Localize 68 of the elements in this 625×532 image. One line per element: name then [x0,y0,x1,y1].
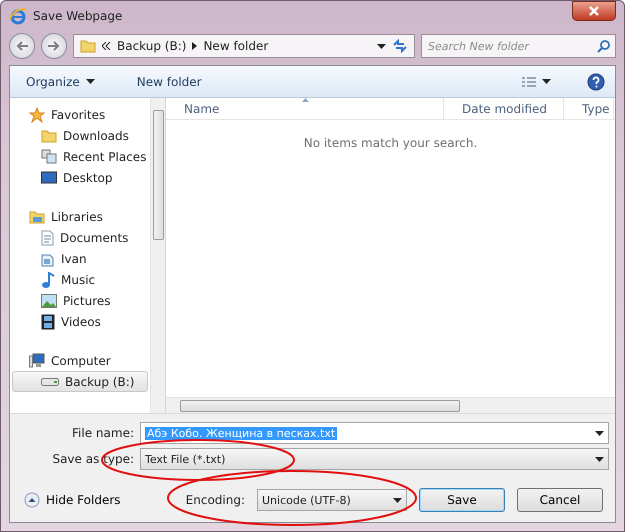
star-icon [29,106,45,122]
field-label: Encoding: [186,493,245,507]
film-icon [41,314,55,330]
sidebar-group[interactable]: Libraries [12,206,148,227]
libraries-folder-icon [29,210,45,224]
field-label: Save as type: [51,452,134,466]
music-note-icon [41,272,55,288]
sidebar-item[interactable]: Music [12,269,148,290]
organize-button[interactable]: Organize [20,72,101,90]
caret-icon [542,79,551,84]
recent-places-icon [41,148,57,164]
sidebar-group[interactable]: Favorites [12,104,148,125]
sidebar-item[interactable]: Pictures [12,290,148,311]
search-field[interactable]: Search New folder [421,34,616,58]
sidebar-item[interactable]: Backup (B:) [12,371,148,392]
desktop-icon [41,170,57,184]
sidebar-group[interactable]: Computer [12,350,148,371]
dialog-button[interactable]: Save [419,488,505,512]
caret-icon [86,79,95,84]
empty-message: No items match your search. [304,136,478,150]
refresh-icon[interactable] [392,39,408,53]
dialog-button[interactable]: Cancel [517,488,603,512]
download-folder-icon [41,128,57,142]
breadcrumb-item[interactable]: New folder [203,39,268,53]
sidebar-item[interactable]: Recent Places [12,146,148,167]
drive-icon [41,376,59,386]
column-header[interactable]: Date modified [444,98,564,119]
field-label: File name: [71,426,134,440]
computer-icon [29,352,45,368]
close-button[interactable] [572,1,616,21]
sort-arrow-icon [302,98,308,102]
collapse-up-icon [24,492,40,508]
folder-icon [80,39,96,53]
breadcrumb-item[interactable]: Backup (B:) [117,39,186,53]
sidebar-item[interactable]: Videos [12,311,148,332]
sidebar-item[interactable]: Downloads [12,125,148,146]
sidebar-item[interactable]: Documents [12,227,148,248]
picture-icon [41,294,57,308]
column-header[interactable]: Name [166,98,444,119]
close-icon [589,6,599,16]
horizontal-scrollbar[interactable] [166,397,615,413]
breadcrumb-arrow-icon [192,42,198,50]
encoding-dropdown[interactable]: Unicode (UTF-8) [257,489,407,511]
scroll-thumb[interactable] [152,110,164,240]
search-icon [597,40,610,53]
caret-icon [377,44,386,48]
sidebar-item[interactable]: Ivan [12,248,148,269]
document-icon [41,230,54,246]
file-type-dropdown[interactable]: Text File (*.txt) [140,448,609,470]
globe-e-icon [9,7,27,25]
caret-icon [595,430,604,436]
scroll-thumb[interactable] [180,400,460,412]
sidebar-item[interactable]: Desktop [12,167,148,188]
back-arrow-icon [15,40,29,52]
hide-folders-button[interactable]: Hide Folders [24,492,121,508]
caret-icon [393,498,402,502]
forward-button[interactable] [41,33,67,59]
address-bar[interactable]: Backup (B:) New folder [73,34,415,58]
back-button[interactable] [9,33,35,59]
vertical-scrollbar[interactable] [150,98,165,413]
help-icon[interactable] [587,72,605,90]
forward-arrow-icon [47,40,61,52]
double-chevron-icon [102,42,111,50]
new-folder-button[interactable]: New folder [130,72,208,90]
column-header[interactable]: Type [564,98,614,119]
caret-icon [595,456,604,462]
details-view-icon [522,76,536,88]
window-title: Save Webpage [33,9,124,23]
